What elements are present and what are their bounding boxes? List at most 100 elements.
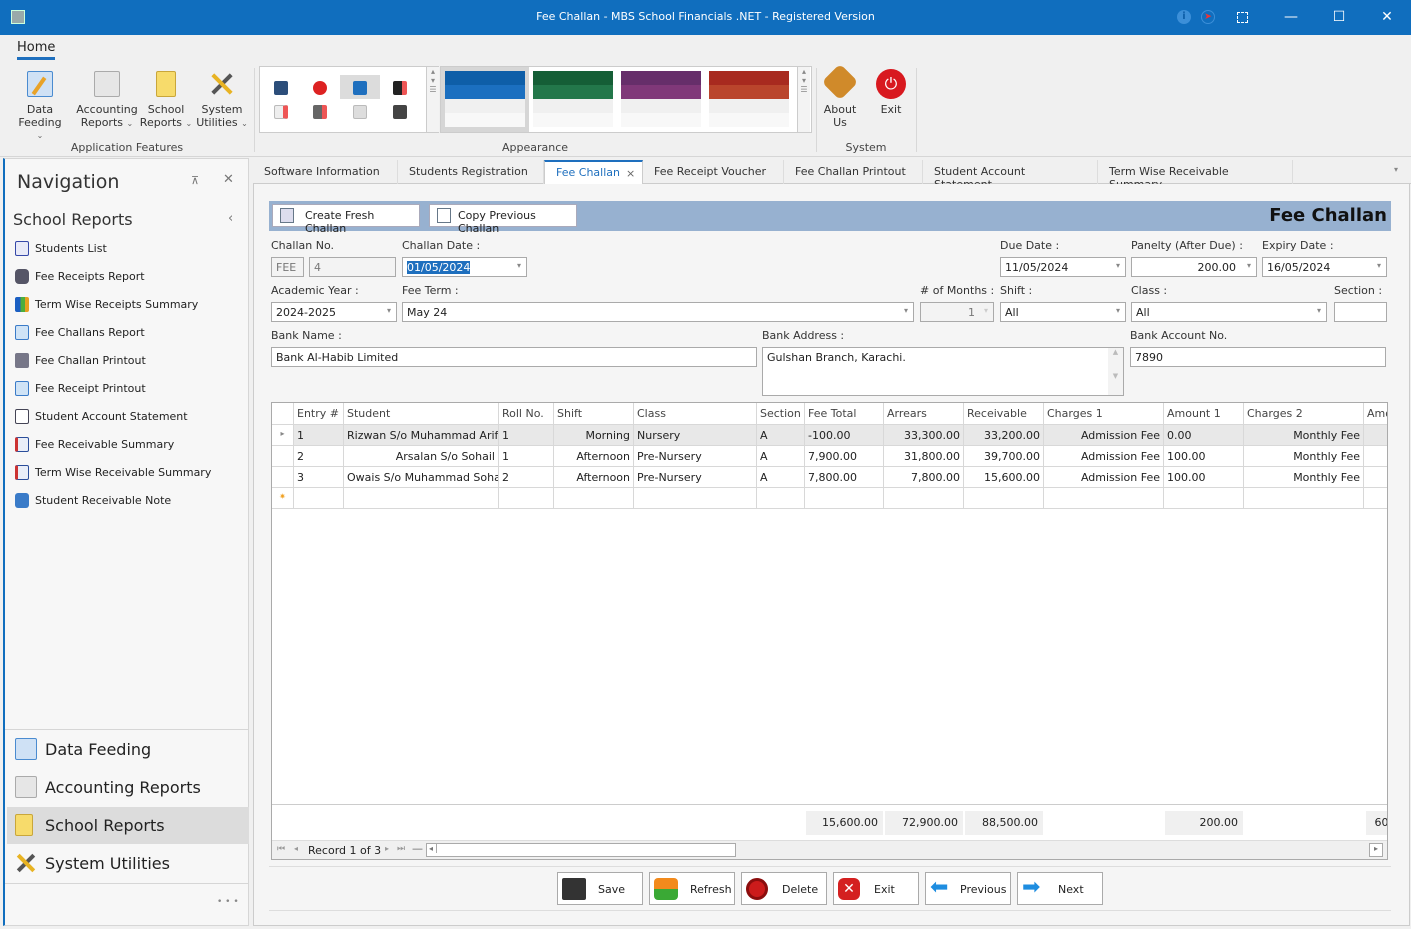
grid-cell[interactable] [884,488,964,509]
theme-icon[interactable] [353,81,367,95]
refresh-button[interactable]: Refresh [649,872,735,905]
table-row[interactable]: 3 Owais S/o Muhammad Sohail 2 Afternoon Pre-… [272,467,1387,488]
swatch-blue[interactable] [445,71,525,127]
grid-cell[interactable]: Pre-Nursery [634,467,757,488]
minimize-button[interactable]: — [1268,0,1314,35]
grid-cell[interactable]: Pre-Nursery [634,446,757,467]
column-header[interactable]: Amount [1364,403,1387,425]
grid-cell[interactable]: Admission Fee [1044,446,1164,467]
theme-icon[interactable] [353,105,367,119]
theme-icon[interactable] [313,105,327,119]
section-field[interactable] [1334,302,1387,322]
column-header[interactable]: Amount 1 [1164,403,1244,425]
collapse-chevron-icon[interactable]: ‹ [228,211,233,226]
expiry-date-picker[interactable]: 16/05/2024 ▾ [1262,257,1387,277]
school-reports-button[interactable]: School Reports ⌄ [138,71,194,130]
dropdown-arrow-icon[interactable]: ▾ [1377,261,1381,270]
grid-cell[interactable]: Monthly Fee [1244,446,1364,467]
pin-icon[interactable]: ⊼ [191,174,199,187]
grid-cell[interactable]: 7,800.00 [884,467,964,488]
about-us-button[interactable]: About Us [820,63,860,129]
grid-cell[interactable]: 33,300.00 [884,425,964,446]
tab-term-wise-receivable-summary[interactable]: Term Wise Receivable Summary [1098,160,1293,191]
nav-group-accounting-reports[interactable]: Accounting Reports [7,769,249,806]
nav-item-students-list[interactable]: Students List [13,238,243,260]
grid-cell[interactable] [294,488,344,509]
grid-cell[interactable]: Rizwan S/o Muhammad Arif [344,425,499,446]
more-options-button[interactable]: • • • [217,897,239,907]
nav-item-student-account-statement[interactable]: Student Account Statement [13,406,243,428]
grid-cell[interactable]: 2 [499,467,554,488]
exit-button[interactable]: ✕ Exit [833,872,919,905]
grid-cell[interactable]: 39,700.00 [964,446,1044,467]
column-header[interactable]: Student [344,403,499,425]
data-feeding-button[interactable]: Data Feeding ⌄ [6,71,74,142]
grid-cell[interactable]: Afternoon [554,446,634,467]
penalty-field[interactable]: 200.00 ▾ [1131,257,1257,277]
nav-item-fee-challan-printout[interactable]: Fee Challan Printout [13,350,243,372]
swatch-green[interactable] [533,71,613,127]
swatch-purple[interactable] [621,71,701,127]
tab-fee-receipt-voucher[interactable]: Fee Receipt Voucher [643,160,784,184]
tab-student-account-statement[interactable]: Student Account Statement [923,160,1098,191]
grid-cell[interactable] [634,488,757,509]
tabs-dropdown-icon[interactable]: ▾ [1394,165,1398,174]
bank-account-field[interactable]: 7890 [1130,347,1386,367]
table-row[interactable]: 2 Arsalan S/o Sohail 1 Afternoon Pre-Nursery… [272,446,1387,467]
theme-icon[interactable] [274,81,288,95]
exit-ribbon-button[interactable]: ⏻ Exit [872,69,910,116]
grid-cell[interactable]: 15,600.00 [964,467,1044,488]
column-header[interactable]: Entry # [294,403,344,425]
grid-cell[interactable] [1364,467,1387,488]
scrollbar[interactable]: ▲ ▼ [1108,348,1123,395]
grid-cell[interactable]: Monthly Fee [1244,467,1364,488]
column-header[interactable]: Charges 1 [1044,403,1164,425]
close-tab-icon[interactable]: × [626,167,635,180]
grid-cell[interactable] [1244,488,1364,509]
system-utilities-button[interactable]: System Utilities ⌄ [196,71,248,130]
grid-cell[interactable] [1044,488,1164,509]
delete-record-icon[interactable]: — [412,842,423,855]
tab-fee-challan[interactable]: Fee Challan × [544,160,643,185]
grid-cell[interactable]: A [757,446,805,467]
grid-cell[interactable] [757,488,805,509]
nav-item-fee-receivable-summary[interactable]: Fee Receivable Summary [13,434,243,456]
due-date-picker[interactable]: 11/05/2024 ▾ [1000,257,1126,277]
grid-cell[interactable]: 1 [499,425,554,446]
grid-cell[interactable]: Arsalan S/o Sohail [344,446,499,467]
academic-year-select[interactable]: 2024-2025 ▾ [271,302,397,322]
grid-cell[interactable]: 0.00 [1164,425,1244,446]
grid-cell[interactable]: Owais S/o Muhammad Sohail [344,467,499,488]
next-record-icon[interactable]: ▸ [385,844,389,853]
shift-select[interactable]: All ▾ [1000,302,1126,322]
column-header[interactable]: Class [634,403,757,425]
grid-cell[interactable]: A [757,467,805,488]
grid-cell[interactable] [1364,488,1387,509]
grid-cell[interactable]: 2 [294,446,344,467]
grid-cell[interactable]: 3 [294,467,344,488]
compass-icon[interactable]: ➤ [1201,10,1215,24]
column-header[interactable]: Section [757,403,805,425]
nav-item-term-wise-receipts-summary[interactable]: Term Wise Receipts Summary [13,294,243,316]
horizontal-scrollbar[interactable]: ◂ [426,843,736,857]
grid-cell[interactable]: Admission Fee [1044,467,1164,488]
grid-cell[interactable] [554,488,634,509]
nav-item-fee-receipt-printout[interactable]: Fee Receipt Printout [13,378,243,400]
save-button[interactable]: Save [557,872,643,905]
grid-cell[interactable] [1364,425,1387,446]
table-row[interactable]: ▸ 1 Rizwan S/o Muhammad Arif 1 Morning Nurser… [272,425,1387,446]
next-button[interactable]: ➡ Next [1017,872,1103,905]
theme-icon[interactable] [313,81,327,95]
grid-cell[interactable]: 1 [499,446,554,467]
column-header[interactable]: Roll No. [499,403,554,425]
dropdown-arrow-icon[interactable]: ▾ [1116,306,1120,315]
grid-cell[interactable]: 7,800.00 [805,467,884,488]
delete-button[interactable]: Delete [741,872,827,905]
copy-previous-challan-button[interactable]: Copy Previous Challan [429,204,577,235]
grid-cell[interactable]: -100.00 [805,425,884,446]
nav-item-student-receivable-note[interactable]: Student Receivable Note [13,490,243,512]
column-header[interactable]: Receivable [964,403,1044,425]
nav-item-fee-receipts-report[interactable]: Fee Receipts Report [13,266,243,288]
gallery-scrollbar[interactable]: ▴ ▾ ☰ [797,67,810,132]
nav-group-school-reports[interactable]: School Reports [7,807,249,844]
